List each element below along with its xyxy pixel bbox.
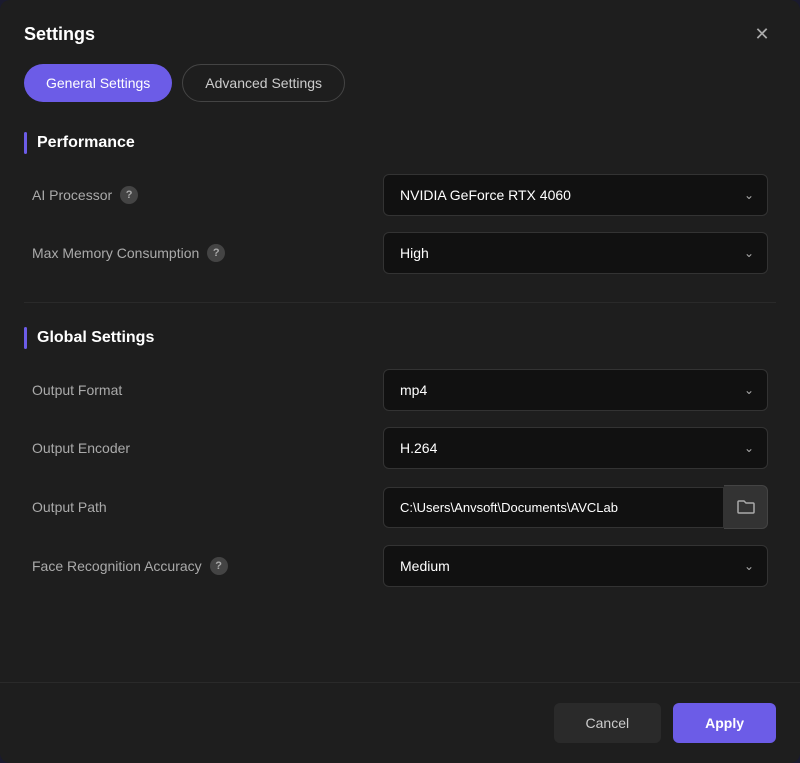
ai-processor-help-icon[interactable]: ? — [120, 186, 138, 204]
max-memory-select-wrapper: Low Medium High Ultra ⌄ — [383, 232, 768, 274]
ai-processor-select-wrapper: NVIDIA GeForce RTX 4060 CPU Intel Arc ⌄ — [383, 174, 768, 216]
face-recognition-label: Face Recognition Accuracy ? — [32, 557, 228, 575]
section-indicator-global — [24, 327, 27, 349]
max-memory-select[interactable]: Low Medium High Ultra — [383, 232, 768, 274]
output-path-wrapper — [383, 485, 768, 529]
ai-processor-row: AI Processor ? NVIDIA GeForce RTX 4060 C… — [24, 174, 776, 216]
output-format-row: Output Format mp4 mkv avi mov ⌄ — [24, 369, 776, 411]
close-button[interactable]: ✕ — [748, 20, 776, 48]
section-indicator-performance — [24, 132, 27, 154]
face-recognition-row: Face Recognition Accuracy ? Low Medium H… — [24, 545, 776, 587]
folder-icon — [737, 499, 755, 515]
output-path-row: Output Path — [24, 485, 776, 529]
max-memory-label: Max Memory Consumption ? — [32, 244, 225, 262]
performance-title: Performance — [37, 134, 135, 152]
ai-processor-label: AI Processor ? — [32, 186, 138, 204]
cancel-button[interactable]: Cancel — [554, 703, 662, 743]
global-header: Global Settings — [24, 327, 776, 349]
output-path-browse-button[interactable] — [724, 485, 768, 529]
global-section: Global Settings Output Format mp4 mkv av… — [24, 327, 776, 587]
tab-advanced[interactable]: Advanced Settings — [182, 64, 345, 102]
max-memory-row: Max Memory Consumption ? Low Medium High… — [24, 232, 776, 274]
settings-dialog: Settings ✕ General Settings Advanced Set… — [0, 0, 800, 763]
output-path-input[interactable] — [383, 487, 724, 528]
output-format-label: Output Format — [32, 382, 122, 398]
output-encoder-row: Output Encoder H.264 H.265 VP9 AV1 ⌄ — [24, 427, 776, 469]
output-encoder-label: Output Encoder — [32, 440, 130, 456]
tab-general[interactable]: General Settings — [24, 64, 172, 102]
face-recognition-select[interactable]: Low Medium High — [383, 545, 768, 587]
face-recognition-help-icon[interactable]: ? — [210, 557, 228, 575]
output-encoder-select-wrapper: H.264 H.265 VP9 AV1 ⌄ — [383, 427, 768, 469]
ai-processor-select[interactable]: NVIDIA GeForce RTX 4060 CPU Intel Arc — [383, 174, 768, 216]
performance-section: Performance AI Processor ? NVIDIA GeForc… — [24, 132, 776, 274]
section-divider — [24, 302, 776, 303]
output-path-label: Output Path — [32, 499, 107, 515]
output-format-select[interactable]: mp4 mkv avi mov — [383, 369, 768, 411]
footer: Cancel Apply — [0, 682, 800, 763]
max-memory-help-icon[interactable]: ? — [207, 244, 225, 262]
global-title: Global Settings — [37, 329, 154, 347]
output-format-select-wrapper: mp4 mkv avi mov ⌄ — [383, 369, 768, 411]
content-area: Performance AI Processor ? NVIDIA GeForc… — [0, 122, 800, 682]
window-title: Settings — [24, 24, 95, 45]
output-encoder-select[interactable]: H.264 H.265 VP9 AV1 — [383, 427, 768, 469]
tab-bar: General Settings Advanced Settings — [0, 64, 800, 122]
face-recognition-select-wrapper: Low Medium High ⌄ — [383, 545, 768, 587]
performance-header: Performance — [24, 132, 776, 154]
apply-button[interactable]: Apply — [673, 703, 776, 743]
close-icon: ✕ — [754, 24, 769, 45]
title-bar: Settings ✕ — [0, 0, 800, 64]
